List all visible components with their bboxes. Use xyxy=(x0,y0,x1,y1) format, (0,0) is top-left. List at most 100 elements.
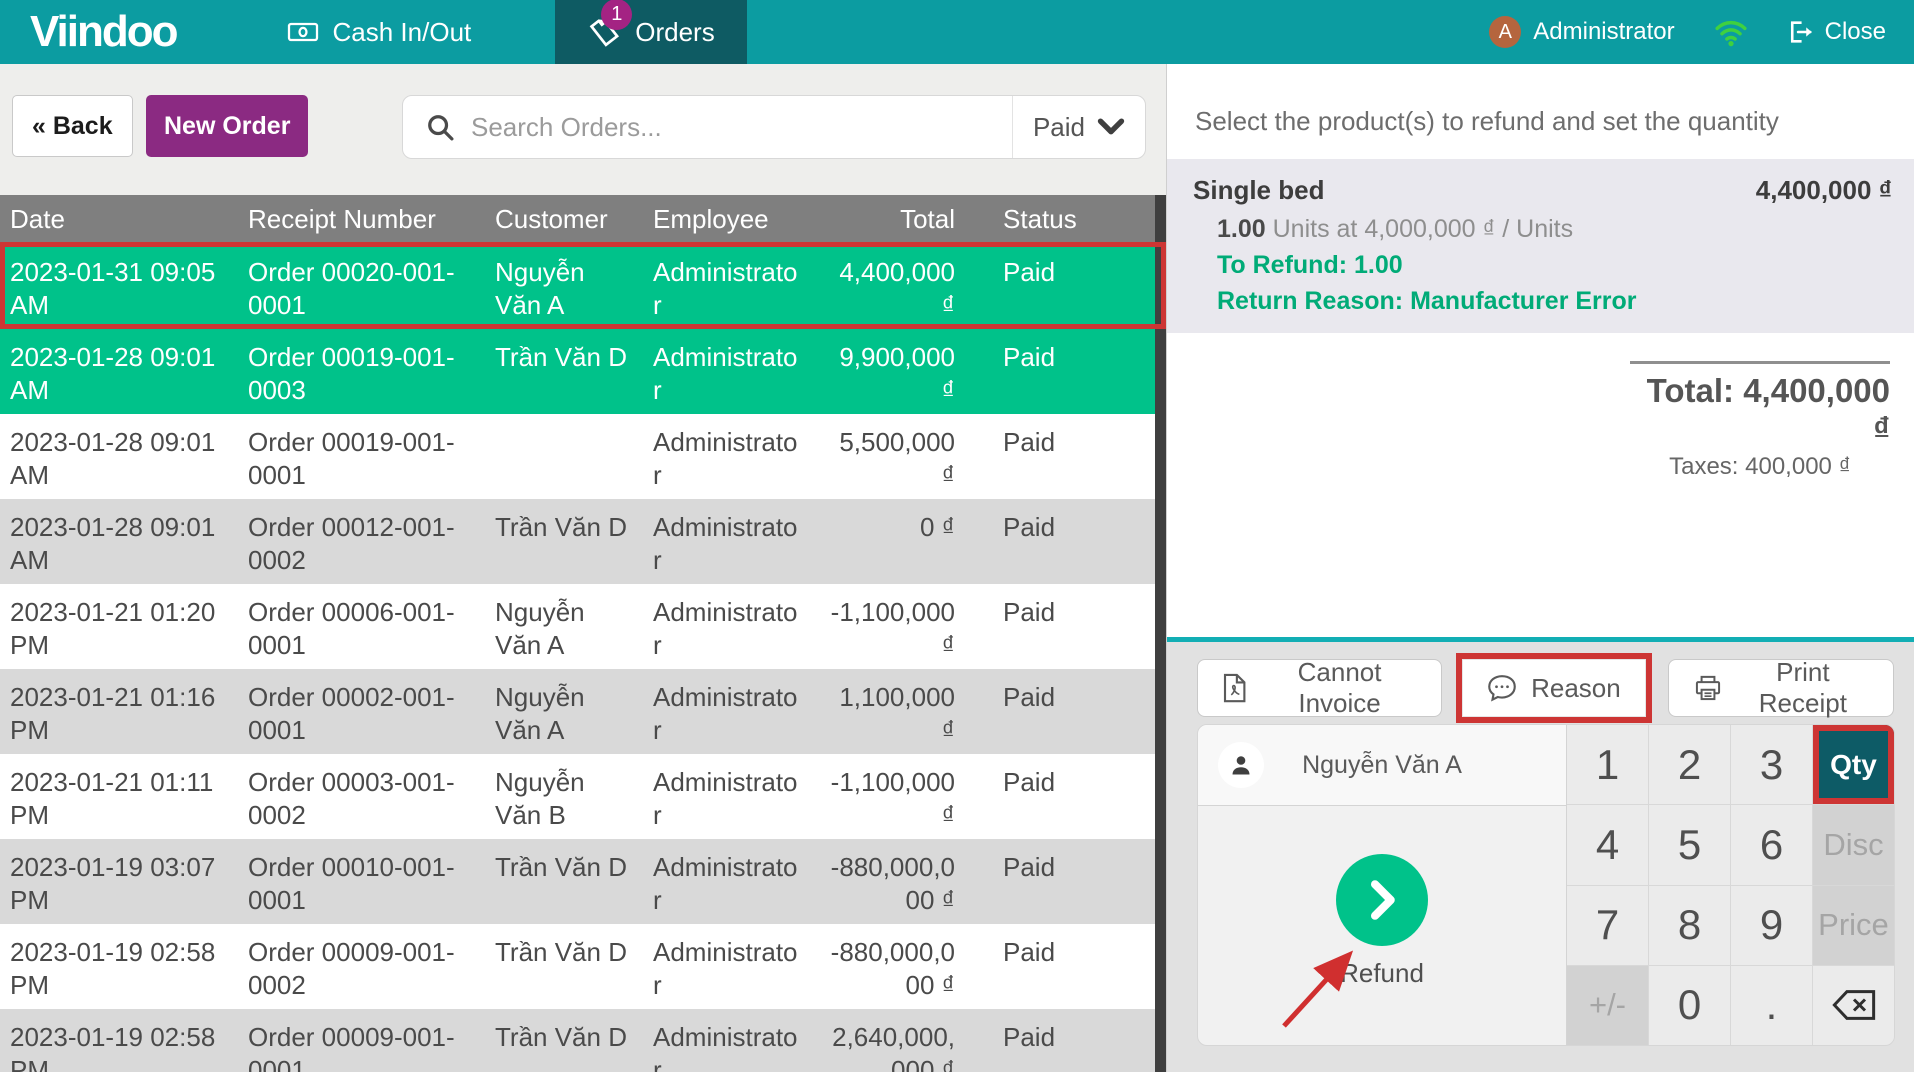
cannot-invoice-button[interactable]: Cannot Invoice xyxy=(1197,659,1442,717)
order-taxes: Taxes: 400,000 ₫ xyxy=(1630,453,1890,481)
topbar-nav: Cash In/Out 1 Orders xyxy=(259,0,747,64)
avatar: A xyxy=(1489,16,1521,48)
backspace-icon xyxy=(1832,989,1876,1021)
cell-employee: Administrator xyxy=(643,754,813,839)
cell-employee: Administrator xyxy=(643,1009,813,1072)
cell-total: -880,000,000 ₫ xyxy=(813,839,977,924)
cell-total: -1,100,000 ₫ xyxy=(813,754,977,839)
product-name: Single bed xyxy=(1193,174,1324,207)
numpad-key-price: Price xyxy=(1813,886,1894,965)
cell-status: Paid xyxy=(977,754,1166,839)
customer-button[interactable]: Nguyễn Văn A xyxy=(1198,725,1566,806)
cell-customer: Nguyễn Văn A xyxy=(485,584,643,669)
numpad: 123Qty456Disc789Price+/-0. xyxy=(1567,725,1894,1045)
table-row[interactable]: 2023-01-19 02:58 PMOrder 00009-001-0001T… xyxy=(0,1009,1166,1072)
cell-date: 2023-01-21 01:16 PM xyxy=(0,669,238,754)
status-filter-dropdown[interactable]: Paid xyxy=(1012,96,1145,158)
numpad-key-2[interactable]: 2 xyxy=(1649,725,1730,804)
cell-total: 2,640,000,000 ₫ xyxy=(813,1009,977,1072)
numpad-key-8[interactable]: 8 xyxy=(1649,886,1730,965)
wifi-icon xyxy=(1713,16,1749,48)
new-order-button[interactable]: New Order xyxy=(146,95,308,157)
order-total-block: Total: 4,400,000 ₫ Taxes: 400,000 ₫ xyxy=(1630,361,1890,481)
cannot-invoice-label: Cannot Invoice xyxy=(1262,657,1417,719)
cell-customer: Nguyễn Văn A xyxy=(485,244,643,329)
cell-receipt: Order 00006-001-0001 xyxy=(238,584,485,669)
printer-icon xyxy=(1693,674,1723,702)
cell-status: Paid xyxy=(977,924,1166,1009)
customer-name: Nguyễn Văn A xyxy=(1264,751,1500,780)
back-button[interactable]: « Back xyxy=(12,95,133,157)
cell-customer: Trần Văn D xyxy=(485,924,643,1009)
table-row[interactable]: 2023-01-28 09:01 AMOrder 00019-001-0003T… xyxy=(0,329,1166,414)
numpad-key-4[interactable]: 4 xyxy=(1567,805,1648,884)
cash-icon xyxy=(287,16,319,48)
nav-orders-label: Orders xyxy=(635,17,714,48)
cell-status: Paid xyxy=(977,584,1166,669)
refund-label: Refund xyxy=(1340,958,1424,989)
refund-area: Refund xyxy=(1198,806,1566,1045)
cell-receipt: Order 00003-001-0002 xyxy=(238,754,485,839)
refund-panel: Select the product(s) to refund and set … xyxy=(1166,64,1914,1072)
to-refund-line: To Refund: 1.00 xyxy=(1217,250,1892,281)
numpad-key-9[interactable]: 9 xyxy=(1731,886,1812,965)
cell-customer: Nguyễn Văn B xyxy=(485,754,643,839)
table-row[interactable]: 2023-01-21 01:11 PMOrder 00003-001-0002N… xyxy=(0,754,1166,839)
cell-date: 2023-01-19 02:58 PM xyxy=(0,924,238,1009)
cell-customer: Trần Văn D xyxy=(485,329,643,414)
numpad-key-qty[interactable]: Qty xyxy=(1813,725,1894,804)
table-row[interactable]: 2023-01-31 09:05 AMOrder 00020-001-0001N… xyxy=(0,244,1166,329)
numpad-key-3[interactable]: 3 xyxy=(1731,725,1812,804)
nav-orders-tab[interactable]: 1 Orders xyxy=(555,0,746,64)
cell-receipt: Order 00009-001-0002 xyxy=(238,924,485,1009)
cell-date: 2023-01-28 09:01 AM xyxy=(0,329,238,414)
table-row[interactable]: 2023-01-21 01:16 PMOrder 00002-001-0001N… xyxy=(0,669,1166,754)
filter-value: Paid xyxy=(1033,112,1085,143)
orders-icon-wrap: 1 xyxy=(587,15,621,49)
search-input[interactable] xyxy=(471,112,1012,143)
table-row[interactable]: 2023-01-21 01:20 PMOrder 00006-001-0001N… xyxy=(0,584,1166,669)
numpad-key-0[interactable]: 0 xyxy=(1649,966,1730,1045)
numpad-key-7[interactable]: 7 xyxy=(1567,886,1648,965)
reason-button[interactable]: Reason xyxy=(1462,659,1646,717)
cell-customer: Nguyễn Văn A xyxy=(485,669,643,754)
numpad-key-1[interactable]: 1 xyxy=(1567,725,1648,804)
cell-customer: Trần Văn D xyxy=(485,839,643,924)
nav-cash-in-out[interactable]: Cash In/Out xyxy=(259,0,500,64)
topbar-right: A Administrator Close xyxy=(1489,0,1914,64)
column-header-customer: Customer xyxy=(485,204,643,235)
numpad-key-5[interactable]: 5 xyxy=(1649,805,1730,884)
close-session-button[interactable]: Close xyxy=(1787,18,1886,46)
numpad-key-6[interactable]: 6 xyxy=(1731,805,1812,884)
print-receipt-label: Print Receipt xyxy=(1737,657,1869,719)
action-pad: Nguyễn Văn A Refund xyxy=(1197,724,1895,1046)
numpad-key-backspace[interactable] xyxy=(1813,966,1894,1045)
viindoo-logo: Viindoo xyxy=(0,0,207,64)
user-menu[interactable]: A Administrator xyxy=(1489,16,1674,48)
table-row[interactable]: 2023-01-19 03:07 PMOrder 00010-001-0001T… xyxy=(0,839,1166,924)
product-unit-price-line: 1.00 Units at 4,000,000 ₫ / Units xyxy=(1217,214,1892,245)
cell-employee: Administrator xyxy=(643,414,813,499)
cell-total: 1,100,000 ₫ xyxy=(813,669,977,754)
numpad-key-dot[interactable]: . xyxy=(1731,966,1812,1045)
table-row[interactable]: 2023-01-28 09:01 AMOrder 00012-001-0002T… xyxy=(0,499,1166,584)
orders-toolbar: « Back New Order Paid xyxy=(0,64,1166,195)
refund-button[interactable] xyxy=(1336,854,1428,946)
table-row[interactable]: 2023-01-19 02:58 PMOrder 00009-001-0002T… xyxy=(0,924,1166,1009)
nav-cash-label: Cash In/Out xyxy=(333,17,472,48)
cell-date: 2023-01-21 01:11 PM xyxy=(0,754,238,839)
table-row[interactable]: 2023-01-28 09:01 AMOrder 00019-001-0001A… xyxy=(0,414,1166,499)
close-label: Close xyxy=(1825,18,1886,46)
chevron-right-icon xyxy=(1361,877,1403,923)
table-scrollbar[interactable] xyxy=(1155,195,1166,1072)
cell-employee: Administrator xyxy=(643,329,813,414)
cell-total: 9,900,000 ₫ xyxy=(813,329,977,414)
cell-receipt: Order 00010-001-0001 xyxy=(238,839,485,924)
reason-annotation-box: Reason xyxy=(1456,653,1652,723)
cell-total: 5,500,000 ₫ xyxy=(813,414,977,499)
refund-product-line[interactable]: Single bed 4,400,000 ₫ 1.00 Units at 4,0… xyxy=(1167,159,1914,333)
orders-count-badge: 1 xyxy=(601,0,632,30)
print-receipt-button[interactable]: Print Receipt xyxy=(1668,659,1894,717)
column-header-receipt: Receipt Number xyxy=(238,204,485,235)
cell-date: 2023-01-28 09:01 AM xyxy=(0,414,238,499)
